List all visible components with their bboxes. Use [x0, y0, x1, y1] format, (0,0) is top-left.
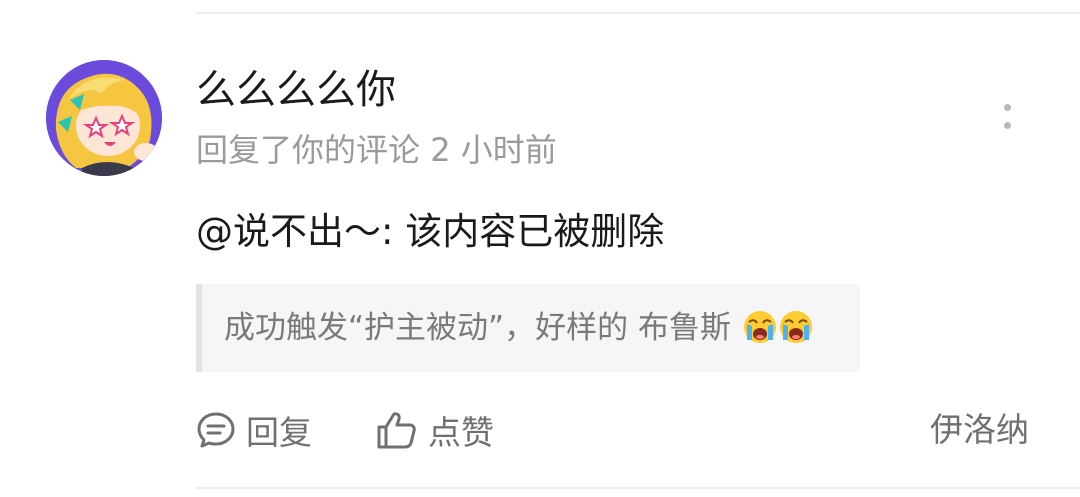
quoted-comment-text: 成功触发“护主被动”，好样的 布鲁斯 — [224, 310, 731, 346]
action-text: 回复了你的评论 — [196, 131, 421, 169]
more-vertical-icon-dot — [1004, 122, 1011, 129]
quoted-comment[interactable]: 成功触发“护主被动”，好样的 布鲁斯 — [196, 284, 860, 372]
avatar[interactable] — [46, 60, 162, 176]
bottom-divider — [196, 487, 1080, 489]
loudly-crying-face-icon — [779, 311, 812, 343]
notification-meta: 回复了你的评论 2 小时前 — [196, 128, 557, 172]
reply-content[interactable]: @说不出～: 该内容已被删除 — [196, 206, 664, 258]
more-options-button[interactable] — [996, 98, 1020, 138]
quoted-comment-text-wrap: 成功触发“护主被动”，好样的 布鲁斯 — [224, 306, 813, 350]
source-name[interactable]: 伊洛纳 — [930, 404, 1029, 456]
comment-bubble-icon — [197, 412, 235, 448]
like-label: 点赞 — [428, 413, 494, 452]
top-divider — [196, 12, 1080, 14]
reply-button[interactable]: 回复 — [196, 404, 312, 456]
avatar-image — [46, 60, 162, 176]
thumbs-up-icon — [377, 412, 416, 449]
timestamp: 2 小时前 — [430, 131, 557, 169]
like-button[interactable]: 点赞 — [376, 404, 494, 456]
more-vertical-icon — [1004, 104, 1011, 111]
username[interactable]: 么么么么你 — [196, 64, 396, 116]
loudly-crying-face-icon — [743, 311, 776, 343]
reply-label: 回复 — [246, 413, 312, 452]
